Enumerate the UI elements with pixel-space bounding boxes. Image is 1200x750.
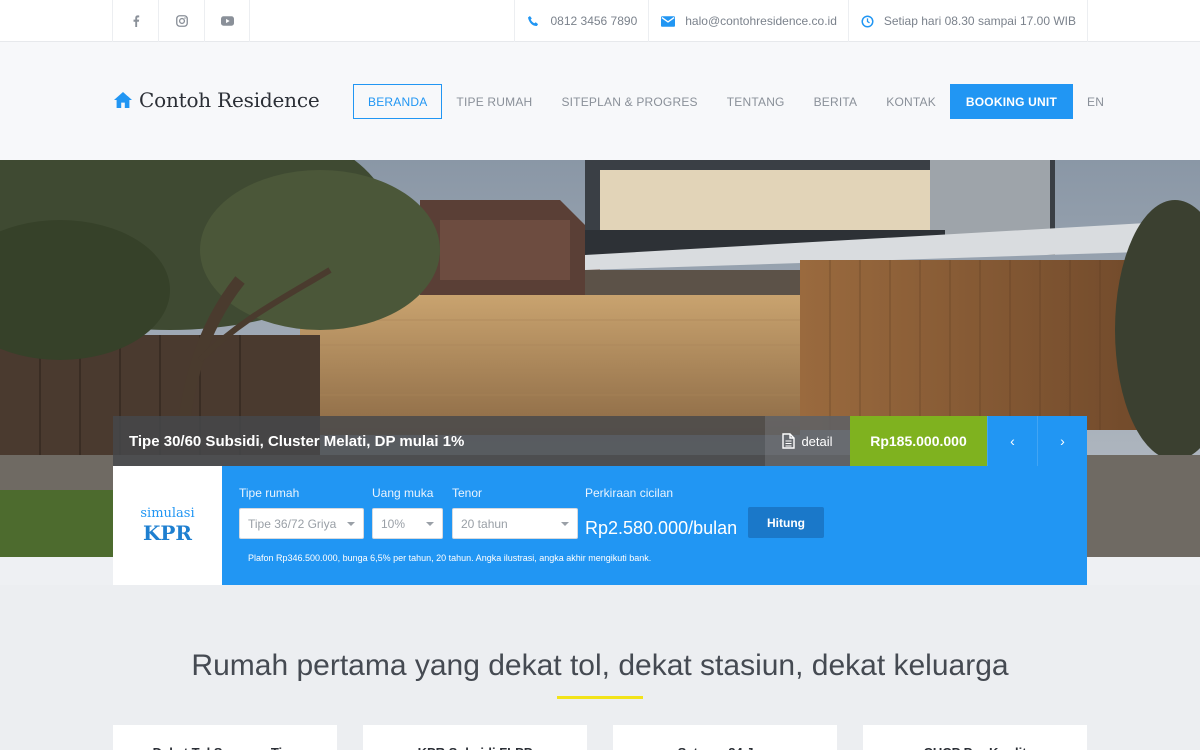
nav-item-berita[interactable]: BERITA: [814, 84, 858, 119]
chevron-down-icon: [426, 522, 434, 526]
estimate-label: Perkiraan cicilan: [585, 486, 674, 500]
feature-card[interactable]: CUCP Pra-Kredit: [863, 725, 1087, 750]
tenor-select[interactable]: 20 tahun: [452, 508, 578, 539]
tenor-value: 20 tahun: [461, 516, 508, 531]
brand-name: Contoh Residence: [139, 88, 320, 112]
tipe-rumah-label: Tipe rumah: [239, 486, 300, 500]
detail-label: detail: [801, 433, 833, 449]
contact-info: 0812 3456 7890 halo@contohresidence.co.i…: [514, 0, 1088, 42]
kpr-label-big: KPR: [142, 521, 193, 545]
tagline-section: Rumah pertama yang dekat tol, dekat stas…: [0, 585, 1200, 750]
language-switch[interactable]: EN: [1087, 84, 1104, 119]
document-icon: [782, 433, 796, 449]
slider-prev-button[interactable]: ‹: [987, 416, 1037, 466]
listing-bar: Tipe 30/60 Subsidi, Cluster Melati, DP m…: [113, 416, 1087, 466]
chevron-right-icon: ›: [1060, 433, 1065, 449]
kpr-simulation: simulasi KPR Tipe rumah Tipe 36/72 Griya…: [113, 466, 1087, 585]
social-links: [112, 0, 250, 42]
phone-icon: [528, 15, 539, 26]
feature-card[interactable]: KPR Subsidi FLPP: [363, 725, 587, 750]
feature-card-title: Dekat Tol Serpong-Tiga: [113, 725, 337, 750]
brand-logo[interactable]: Contoh Residence: [113, 88, 320, 112]
opening-hours: Setiap hari 08.30 sampai 17.00 WIB: [883, 14, 1076, 28]
feature-card-title: CUCP Pra-Kredit: [863, 725, 1087, 750]
listing-price: Rp185.000.000: [850, 416, 987, 466]
facebook-icon[interactable]: [112, 0, 158, 42]
uang-muka-select[interactable]: 10%: [372, 508, 443, 539]
feature-card[interactable]: Dekat Tol Serpong-Tiga: [113, 725, 337, 750]
estimate-value: Rp2.580.000/bulan: [585, 518, 738, 538]
kpr-note: Plafon Rp346.500.000, bunga 6,5% per tah…: [248, 553, 652, 563]
chevron-down-icon: [347, 522, 355, 526]
clock-icon: [861, 14, 874, 28]
headline-underline: [557, 696, 643, 699]
nav-item-tentang[interactable]: TENTANG: [727, 84, 785, 119]
phone-number: 0812 3456 7890: [550, 14, 638, 28]
chevron-down-icon: [561, 522, 569, 526]
detail-button[interactable]: detail: [765, 416, 850, 466]
kpr-label: simulasi KPR: [113, 466, 222, 585]
home-icon: [114, 92, 132, 108]
feature-card-title: KPR Subsidi FLPP: [363, 725, 587, 750]
tipe-rumah-value: Tipe 36/72 Griya: [248, 516, 337, 531]
envelope-icon: [661, 15, 676, 27]
nav-item-kontak[interactable]: KONTAK: [886, 84, 936, 119]
top-bar: 0812 3456 7890 halo@contohresidence.co.i…: [0, 0, 1200, 42]
slider-next-button[interactable]: ›: [1037, 416, 1087, 466]
tipe-rumah-select[interactable]: Tipe 36/72 Griya: [239, 508, 364, 539]
main-nav: BERANDA TIPE RUMAH SITEPLAN & PROGRES TE…: [353, 84, 1104, 119]
hitung-button[interactable]: Hitung: [748, 507, 824, 538]
phone-contact[interactable]: 0812 3456 7890: [514, 0, 648, 42]
instagram-icon[interactable]: [158, 0, 204, 42]
feature-card[interactable]: Satpam 24 Jam: [613, 725, 837, 750]
site-header: Contoh Residence BERANDA TIPE RUMAH SITE…: [0, 42, 1200, 160]
hours-info: Setiap hari 08.30 sampai 17.00 WIB: [847, 0, 1088, 42]
nav-item-beranda[interactable]: BERANDA: [353, 84, 443, 119]
feature-card-title: Satpam 24 Jam: [613, 725, 837, 750]
kpr-label-small: simulasi: [140, 506, 195, 521]
tenor-label: Tenor: [452, 486, 483, 500]
nav-item-tipe-rumah[interactable]: TIPE RUMAH: [456, 84, 532, 119]
booking-unit-button[interactable]: BOOKING UNIT: [949, 84, 1073, 119]
uang-muka-label: Uang muka: [372, 486, 434, 500]
email-address: halo@contohresidence.co.id: [685, 14, 837, 28]
chevron-left-icon: ‹: [1010, 433, 1015, 449]
youtube-icon[interactable]: [204, 0, 250, 42]
uang-muka-value: 10%: [381, 516, 406, 531]
email-contact[interactable]: halo@contohresidence.co.id: [648, 0, 848, 42]
nav-item-siteplan[interactable]: SITEPLAN & PROGRES: [561, 84, 697, 119]
section-headline: Rumah pertama yang dekat tol, dekat stas…: [191, 649, 1009, 682]
kpr-form: Tipe rumah Tipe 36/72 Griya Uang muka 10…: [222, 466, 1087, 585]
listing-title[interactable]: Tipe 30/60 Subsidi, Cluster Melati, DP m…: [113, 416, 765, 466]
